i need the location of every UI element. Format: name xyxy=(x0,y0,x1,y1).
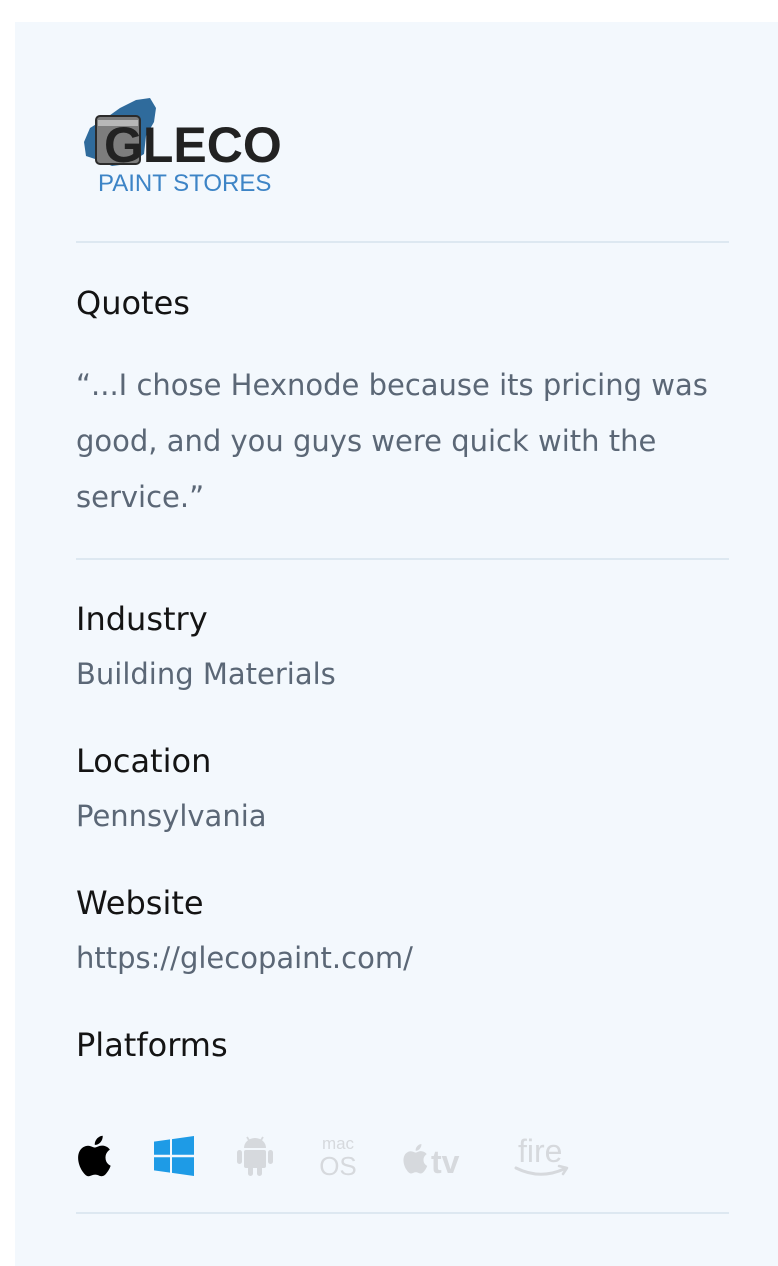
gleco-logo: GLECO PAINT STORES xyxy=(84,98,282,194)
apple-tv-label: tv xyxy=(431,1144,460,1178)
website-link[interactable]: https://glecopaint.com/ xyxy=(76,938,413,978)
quote-text: “...I chose Hexnode because its pricing … xyxy=(76,368,708,514)
macos-icon-bottom: OS xyxy=(319,1151,357,1178)
divider xyxy=(76,558,729,560)
android-icon xyxy=(236,1134,274,1182)
logo-tagline: PAINT STORES xyxy=(98,170,271,194)
quotes-heading: Quotes xyxy=(76,284,190,322)
location-value: Pennsylvania xyxy=(76,799,267,833)
location-heading: Location xyxy=(76,742,212,780)
apple-tv-icon: tv xyxy=(402,1134,472,1182)
customer-card: GLECO PAINT STORES Quotes “...I chose He… xyxy=(15,22,778,1266)
divider xyxy=(76,1212,729,1214)
industry-value: Building Materials xyxy=(76,657,336,691)
apple-icon xyxy=(76,1134,112,1182)
fire-tv-icon: fire xyxy=(514,1132,572,1184)
macos-icon: mac OS xyxy=(316,1134,360,1182)
fire-tv-label: fire xyxy=(518,1133,562,1169)
website-heading: Website xyxy=(76,884,204,922)
logo-wordmark: GLECO xyxy=(104,117,282,173)
divider xyxy=(76,241,729,243)
platform-icons: mac OS tv fire xyxy=(76,1128,614,1188)
platforms-heading: Platforms xyxy=(76,1026,228,1064)
windows-icon xyxy=(154,1136,194,1180)
industry-heading: Industry xyxy=(76,600,208,638)
